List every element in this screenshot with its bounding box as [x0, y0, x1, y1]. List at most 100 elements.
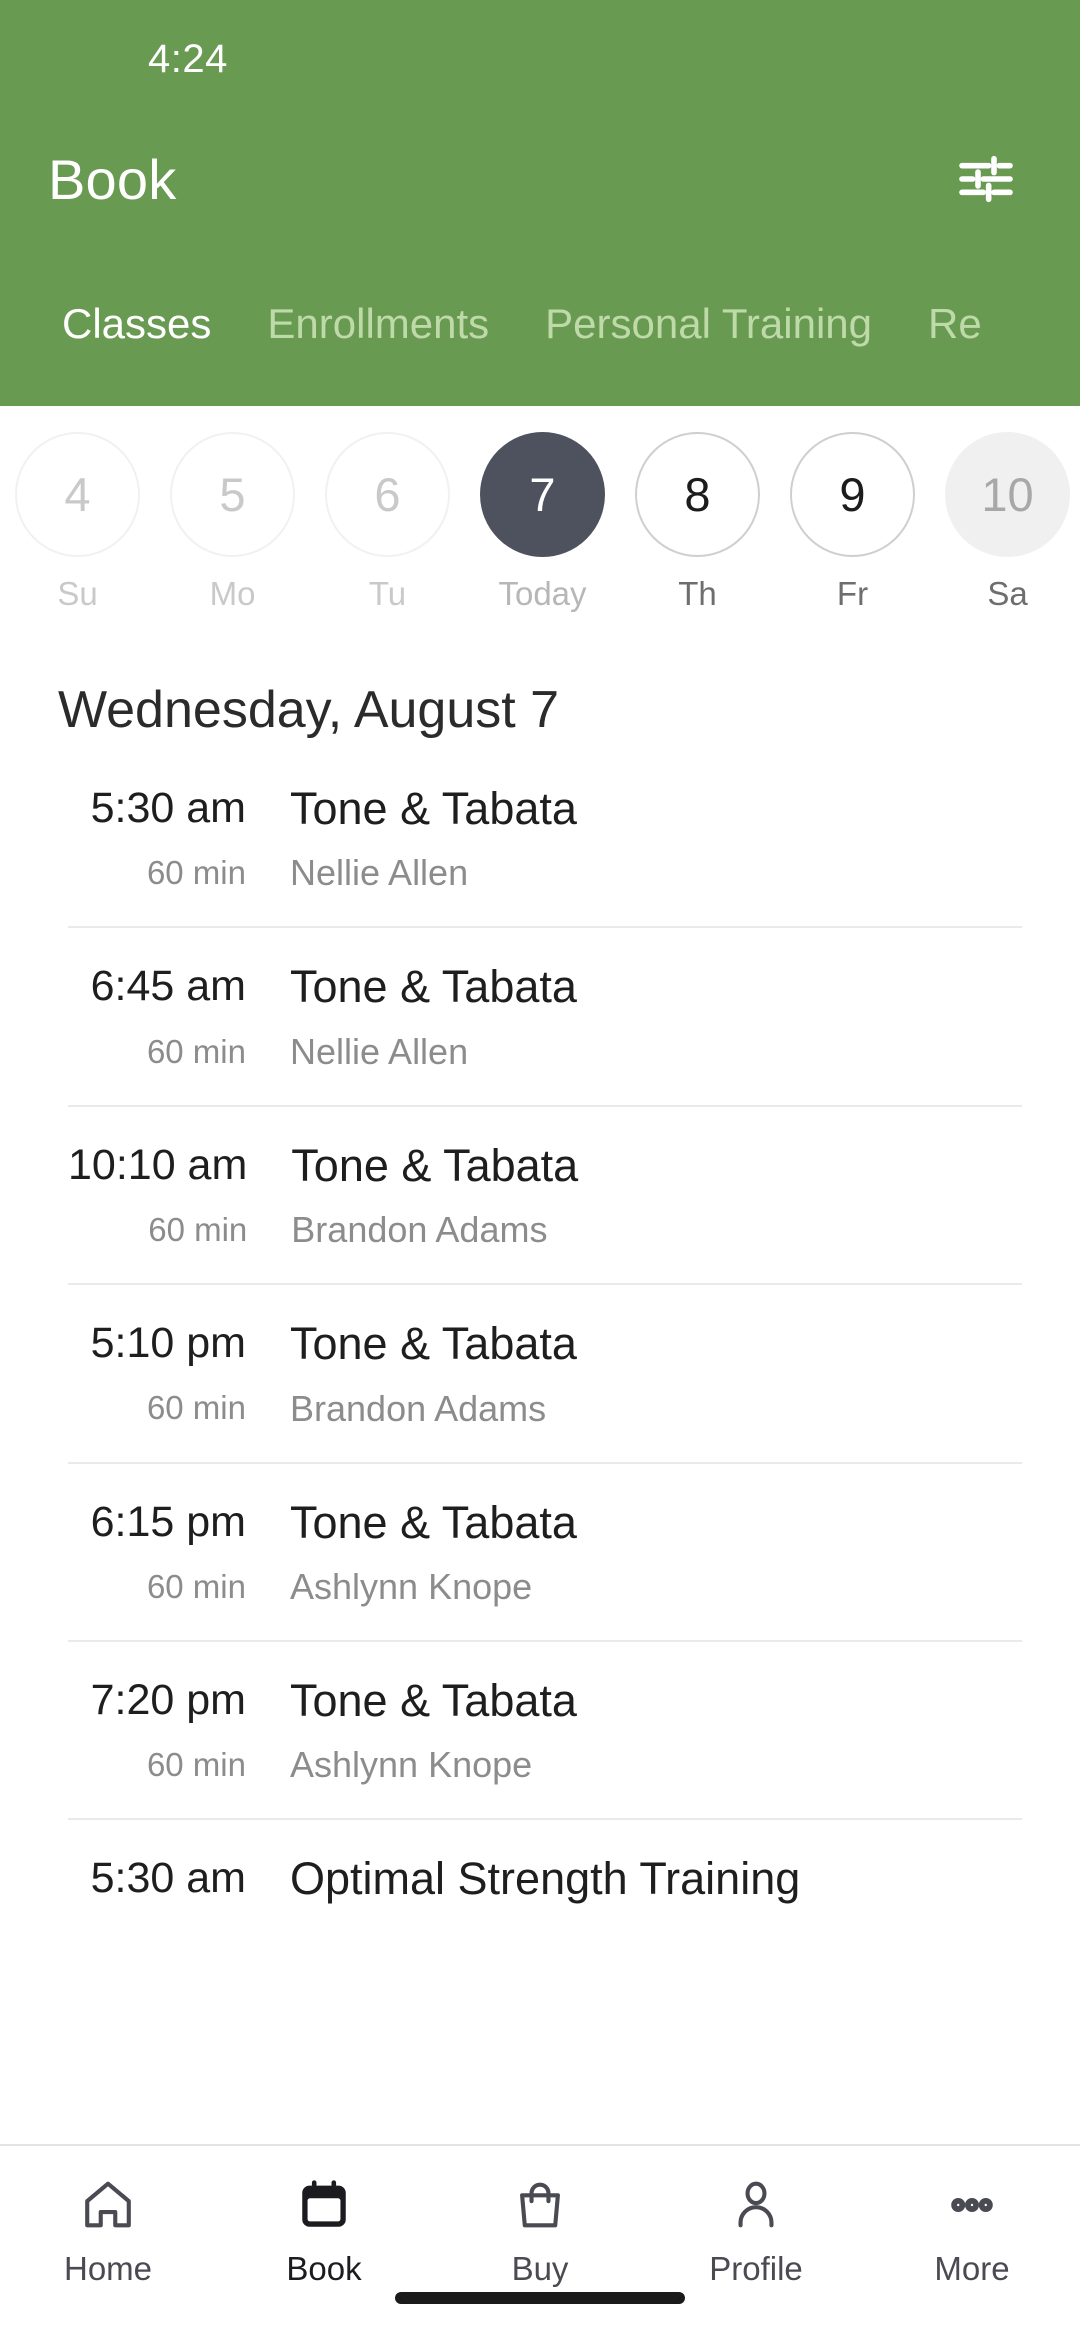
class-time-column: 6:15 pm 60 min — [68, 1498, 280, 1608]
date-chip-number: 7 — [480, 432, 605, 557]
class-time-column: 6:45 am 60 min — [68, 962, 280, 1072]
nav-item-book[interactable]: Book — [216, 2170, 432, 2288]
class-time-column: 5:30 am — [68, 1854, 280, 1924]
date-chip-8[interactable]: 8 Th — [620, 432, 775, 613]
nav-item-label: Home — [63, 2250, 153, 2287]
class-time-column: 7:20 pm 60 min — [68, 1676, 280, 1786]
class-time-column: 10:10 am 60 min — [68, 1141, 281, 1251]
day-heading: Wednesday, August 7 — [58, 681, 560, 739]
date-selector[interactable]: 4 Su 5 Mo 6 Tu 7 Today 8 Th 9 Fr 10 Sa — [0, 406, 1080, 658]
class-name: Tone & Tabata — [290, 961, 577, 1013]
nav-item-profile[interactable]: Profile — [648, 2170, 864, 2288]
date-chip-6[interactable]: 6 Tu — [310, 432, 465, 613]
class-name: Optimal Strength Training — [290, 1853, 801, 1905]
class-time: 5:30 am — [90, 784, 246, 832]
date-chip-number: 8 — [635, 432, 760, 557]
class-duration: 60 min — [148, 1210, 248, 1248]
class-duration: 60 min — [146, 1746, 246, 1784]
class-duration: 60 min — [146, 1032, 246, 1070]
class-duration: 60 min — [146, 1389, 246, 1427]
date-chip-10[interactable]: 10 Sa — [930, 432, 1080, 613]
date-chip-weekday: Mo — [209, 575, 256, 612]
tab-resources[interactable]: Re — [900, 300, 1010, 406]
class-time: 7:20 pm — [90, 1675, 246, 1724]
class-row[interactable]: 10:10 am 60 min Tone & Tabata Brandon Ad… — [68, 1107, 1022, 1286]
class-time: 5:10 pm — [90, 1319, 246, 1368]
nav-item-buy[interactable]: Buy — [432, 2170, 648, 2288]
date-chip-weekday: Th — [678, 575, 717, 612]
class-duration: 60 min — [146, 1567, 246, 1605]
class-instructor: Nellie Allen — [290, 852, 469, 894]
nav-item-label: Buy — [511, 2250, 569, 2287]
class-row[interactable]: 6:45 am 60 min Tone & Tabata Nellie Alle… — [68, 928, 1022, 1107]
class-info-column: Optimal Strength Training — [280, 1853, 1022, 1924]
class-instructor: Ashlynn Knope — [290, 1565, 533, 1607]
date-chip-weekday: Fr — [836, 575, 869, 612]
app-screen: 4:24 Book Classes Enrollments Personal T… — [0, 0, 1080, 2340]
class-instructor: Brandon Adams — [290, 1387, 547, 1429]
class-name: Tone & Tabata — [291, 1139, 579, 1191]
date-chip-weekday: Tu — [368, 575, 407, 612]
bottom-navigation: Home Book Buy Profile More — [0, 2144, 1080, 2340]
class-name: Tone & Tabata — [290, 783, 577, 834]
class-row[interactable]: 5:30 am Optimal Strength Training — [68, 1820, 1022, 1956]
class-time: 5:30 am — [90, 1854, 246, 1903]
class-time: 6:45 am — [90, 962, 246, 1011]
class-instructor: Ashlynn Knope — [290, 1744, 533, 1786]
date-chip-number: 9 — [790, 432, 915, 557]
date-chip-number: 10 — [945, 432, 1070, 557]
tab-bar[interactable]: Classes Enrollments Personal Training Re — [0, 240, 1080, 406]
status-bar: 4:24 — [0, 0, 1080, 118]
nav-item-label: More — [934, 2250, 1010, 2287]
class-row[interactable]: 5:30 am 60 min Tone & Tabata Nellie Alle… — [68, 750, 1022, 929]
class-instructor: Brandon Adams — [291, 1209, 548, 1251]
class-row[interactable]: 5:10 pm 60 min Tone & Tabata Brandon Ada… — [68, 1285, 1022, 1464]
date-chip-number: 4 — [15, 432, 140, 557]
app-header: 4:24 Book Classes Enrollments Personal T… — [0, 0, 1080, 406]
class-info-column: Tone & Tabata Ashlynn Knope — [280, 1674, 1022, 1786]
filter-button[interactable] — [940, 133, 1032, 225]
class-info-column: Tone & Tabata Ashlynn Knope — [280, 1496, 1022, 1608]
class-info-column: Tone & Tabata Brandon Adams — [280, 1318, 1022, 1429]
calendar-icon — [295, 2170, 353, 2240]
date-chip-7-selected[interactable]: 7 Today — [465, 432, 620, 613]
class-time-column: 5:10 pm 60 min — [68, 1319, 280, 1429]
tab-personal-training[interactable]: Personal Training — [517, 300, 900, 406]
class-name: Tone & Tabata — [290, 1496, 577, 1548]
nav-item-label: Profile — [709, 2250, 803, 2287]
page-title: Book — [48, 147, 177, 211]
date-chip-weekday: Today — [498, 575, 587, 612]
date-chip-number: 5 — [170, 432, 295, 557]
date-chip-4[interactable]: 4 Su — [0, 432, 155, 613]
class-row[interactable]: 7:20 pm 60 min Tone & Tabata Ashlynn Kno… — [68, 1642, 1022, 1821]
status-bar-clock: 4:24 — [148, 36, 228, 81]
date-chip-number: 6 — [325, 432, 450, 557]
class-list[interactable]: 5:30 am 60 min Tone & Tabata Nellie Alle… — [0, 750, 1080, 2144]
home-icon — [79, 2170, 137, 2240]
class-time-column: 5:30 am 60 min — [68, 784, 280, 894]
bag-icon — [511, 2170, 569, 2240]
class-info-column: Tone & Tabata Nellie Allen — [280, 961, 1022, 1072]
nav-item-more[interactable]: More — [864, 2170, 1080, 2288]
tune-icon — [954, 147, 1018, 211]
date-chip-weekday: Sa — [987, 575, 1028, 612]
class-time: 6:15 pm — [90, 1497, 246, 1546]
home-indicator — [395, 2292, 685, 2304]
class-instructor: Nellie Allen — [290, 1030, 469, 1072]
class-name: Tone & Tabata — [290, 1674, 577, 1726]
date-chip-9[interactable]: 9 Fr — [775, 432, 930, 613]
tab-enrollments[interactable]: Enrollments — [239, 300, 517, 406]
class-name: Tone & Tabata — [290, 1318, 577, 1370]
class-row[interactable]: 6:15 pm 60 min Tone & Tabata Ashlynn Kno… — [68, 1464, 1022, 1642]
class-info-column: Tone & Tabata Brandon Adams — [281, 1139, 1022, 1251]
tab-classes[interactable]: Classes — [34, 300, 239, 406]
class-duration: 60 min — [146, 854, 246, 892]
nav-item-label: Book — [286, 2250, 362, 2287]
nav-item-home[interactable]: Home — [0, 2170, 216, 2288]
app-bar: Book — [0, 118, 1080, 240]
dots-icon — [943, 2170, 1001, 2240]
person-icon — [727, 2170, 785, 2240]
date-chip-5[interactable]: 5 Mo — [155, 432, 310, 613]
date-chip-weekday: Su — [57, 575, 98, 612]
class-info-column: Tone & Tabata Nellie Allen — [280, 783, 1022, 894]
